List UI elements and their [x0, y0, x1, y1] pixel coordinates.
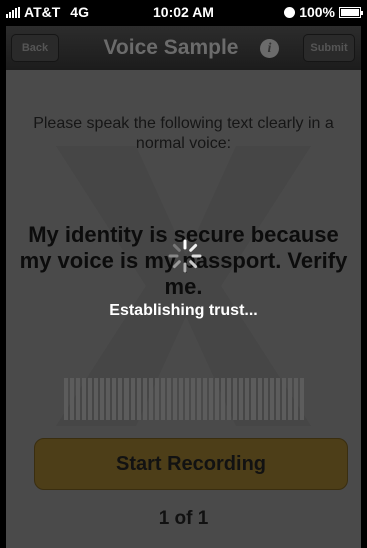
phone-screen: AT&T 4G 10:02 AM 100% Back Voice Sample …: [0, 0, 367, 548]
battery-icon: [339, 6, 363, 18]
battery-fill: [341, 8, 359, 16]
start-recording-button[interactable]: Start Recording: [34, 438, 348, 490]
status-right: 100%: [284, 4, 363, 20]
audio-level-meter: [64, 378, 304, 420]
page-title: Voice Sample: [103, 36, 239, 59]
passphrase-text: My identity is secure because my voice i…: [19, 222, 348, 299]
submit-button[interactable]: Submit: [303, 34, 355, 62]
info-icon[interactable]: i: [260, 39, 279, 58]
page-counter: 1 of 1: [158, 508, 209, 529]
status-bar: AT&T 4G 10:02 AM 100%: [0, 0, 367, 26]
back-button[interactable]: Back: [11, 34, 59, 62]
navigation-bar: Back Voice Sample i Submit: [6, 26, 361, 70]
alarm-icon: [284, 6, 296, 18]
instruction-text: Please speak the following text clearly …: [33, 115, 334, 152]
battery-percent: 100%: [299, 4, 335, 20]
voice-sample-screen: Back Voice Sample i Submit Please speak …: [6, 26, 361, 548]
